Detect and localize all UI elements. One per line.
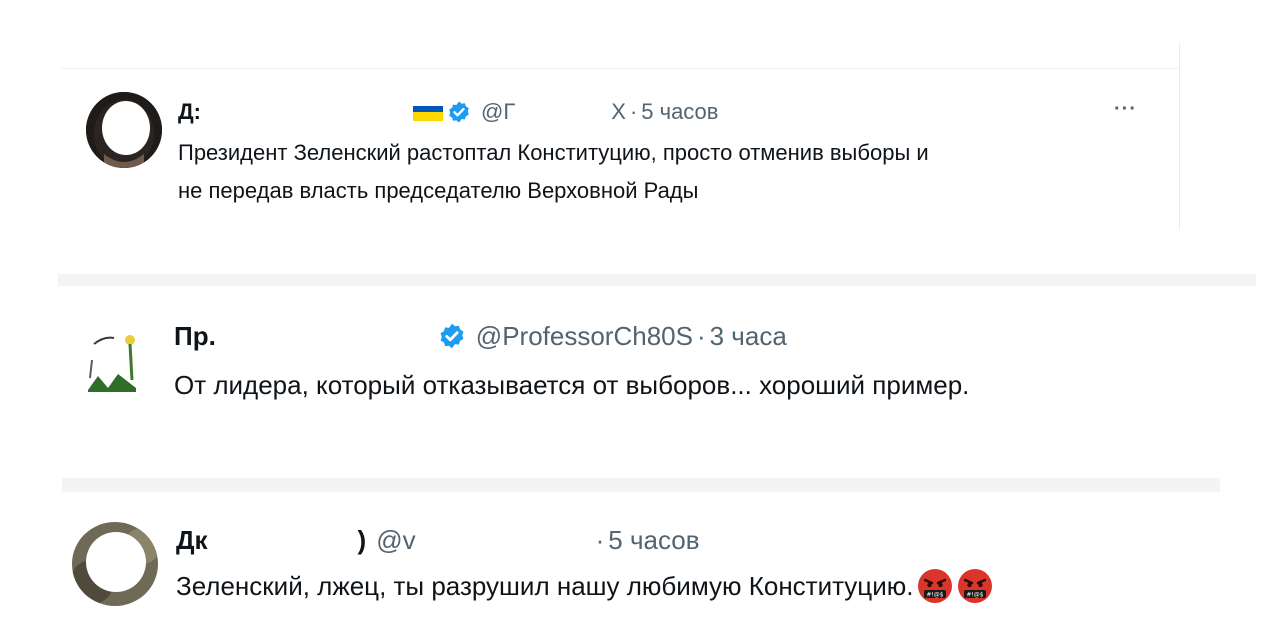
timestamp[interactable]: 5 часов: [641, 99, 718, 125]
author-name[interactable]: Дк: [176, 525, 208, 556]
tweet-3[interactable]: Дк ) @v · 5 часов Зеленский, лжец, ты ра…: [0, 500, 1280, 643]
timestamp[interactable]: 5 часов: [608, 525, 699, 556]
author-handle-tail[interactable]: X: [611, 99, 626, 125]
avatar-image: [84, 330, 140, 392]
author-name-tail: ): [357, 524, 367, 555]
tweet-text-line-1: Президент Зеленский растоптал Конституци…: [178, 140, 929, 165]
avatar-image: [86, 92, 162, 168]
svg-text:#!@$: #!@$: [967, 592, 984, 599]
avatar[interactable]: [86, 92, 162, 168]
avatar-image: [72, 522, 158, 606]
section-separator-1: [58, 274, 1256, 286]
redacted-handle: [415, 529, 592, 551]
tweet-header: Д: @Г X · 5 часов: [178, 98, 718, 126]
tweet-header: Пр. @ProfessorCh80S · 3 часа: [174, 320, 787, 352]
redacted-name: [207, 529, 358, 551]
author-handle[interactable]: @Г: [481, 99, 515, 125]
angry-face-cursing-icon: #!@$: [918, 569, 953, 603]
tweet-text-row: Зеленский, лжец, ты разрушил нашу любиму…: [176, 568, 993, 604]
author-name[interactable]: Пр.: [174, 321, 216, 352]
tweet-1[interactable]: Д: @Г X · 5 часов ··· Президент Зеленски…: [0, 0, 1280, 240]
tweet-text: Зеленский, лжец, ты разрушил нашу любиму…: [176, 570, 914, 601]
angry-face-cursing-icon: #!@$: [958, 569, 993, 603]
redacted-name: [201, 102, 413, 122]
separator-dot: ·: [629, 99, 638, 124]
verified-badge-icon[interactable]: [438, 322, 466, 350]
separator-dot: ·: [595, 524, 605, 555]
author-handle[interactable]: @ProfessorCh80S: [476, 321, 693, 352]
tweet-header: Дк ) @v · 5 часов: [176, 524, 700, 556]
tweet-text: От лидера, который отказывается от выбор…: [174, 370, 970, 400]
avatar[interactable]: [84, 330, 140, 392]
timestamp[interactable]: 3 часа: [710, 321, 787, 352]
avatar[interactable]: [72, 522, 158, 606]
more-options-icon[interactable]: ···: [1114, 98, 1137, 121]
svg-text:#!@$: #!@$: [927, 592, 944, 599]
redacted-name: [215, 325, 438, 347]
verified-badge-icon[interactable]: [447, 100, 471, 124]
author-name[interactable]: Д:: [178, 99, 201, 125]
separator-dot: ·: [696, 320, 706, 351]
section-separator-2: [62, 478, 1220, 492]
author-handle[interactable]: @v: [376, 525, 415, 556]
ukraine-flag-icon: [413, 101, 443, 121]
tweet-2[interactable]: Пр. @ProfessorCh80S · 3 часа От лидера, …: [0, 290, 1280, 470]
tweet-text-line-2: не передав власть председателю Верховной…: [178, 178, 699, 203]
redacted-handle: [515, 102, 612, 122]
